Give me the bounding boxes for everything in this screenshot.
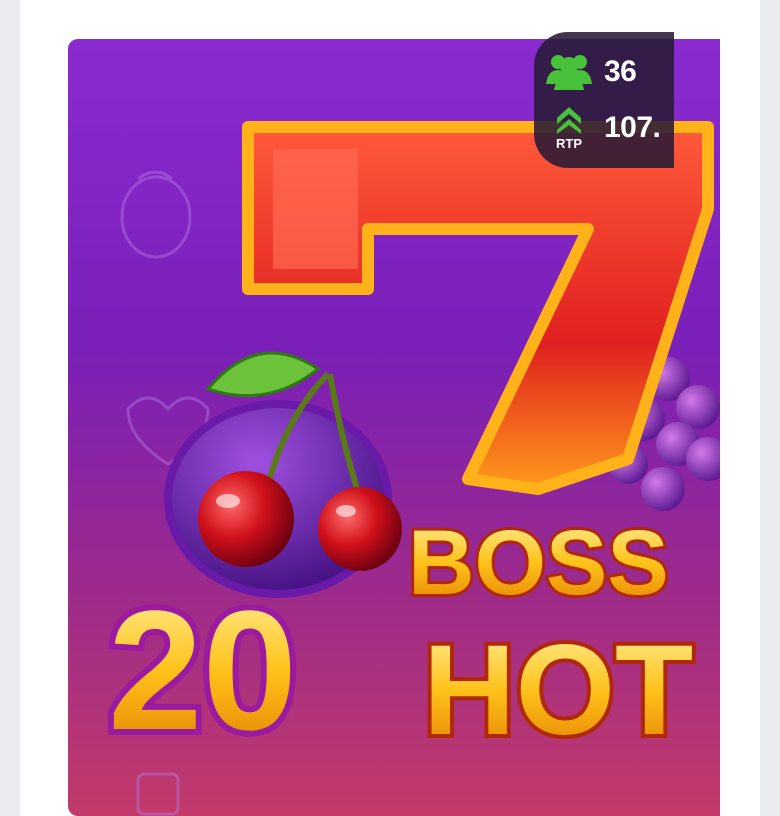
users-icon	[546, 55, 592, 90]
chevrons-up-icon	[557, 107, 581, 134]
players-count: 36	[604, 55, 637, 88]
players-stat: 36	[534, 52, 637, 92]
title-line1: BOSS	[408, 512, 669, 614]
title-line2: HOT	[423, 619, 693, 762]
rtp-stat: RTP 107.	[534, 104, 661, 151]
title-number: 20	[108, 576, 297, 766]
rtp-value: 107.	[604, 110, 661, 144]
rtp-label: RTP	[556, 136, 582, 151]
game-stats-panel: 36 RTP 107.	[534, 32, 674, 168]
game-card: BOSS 20 HOT 36 RTP 107.	[20, 0, 760, 816]
